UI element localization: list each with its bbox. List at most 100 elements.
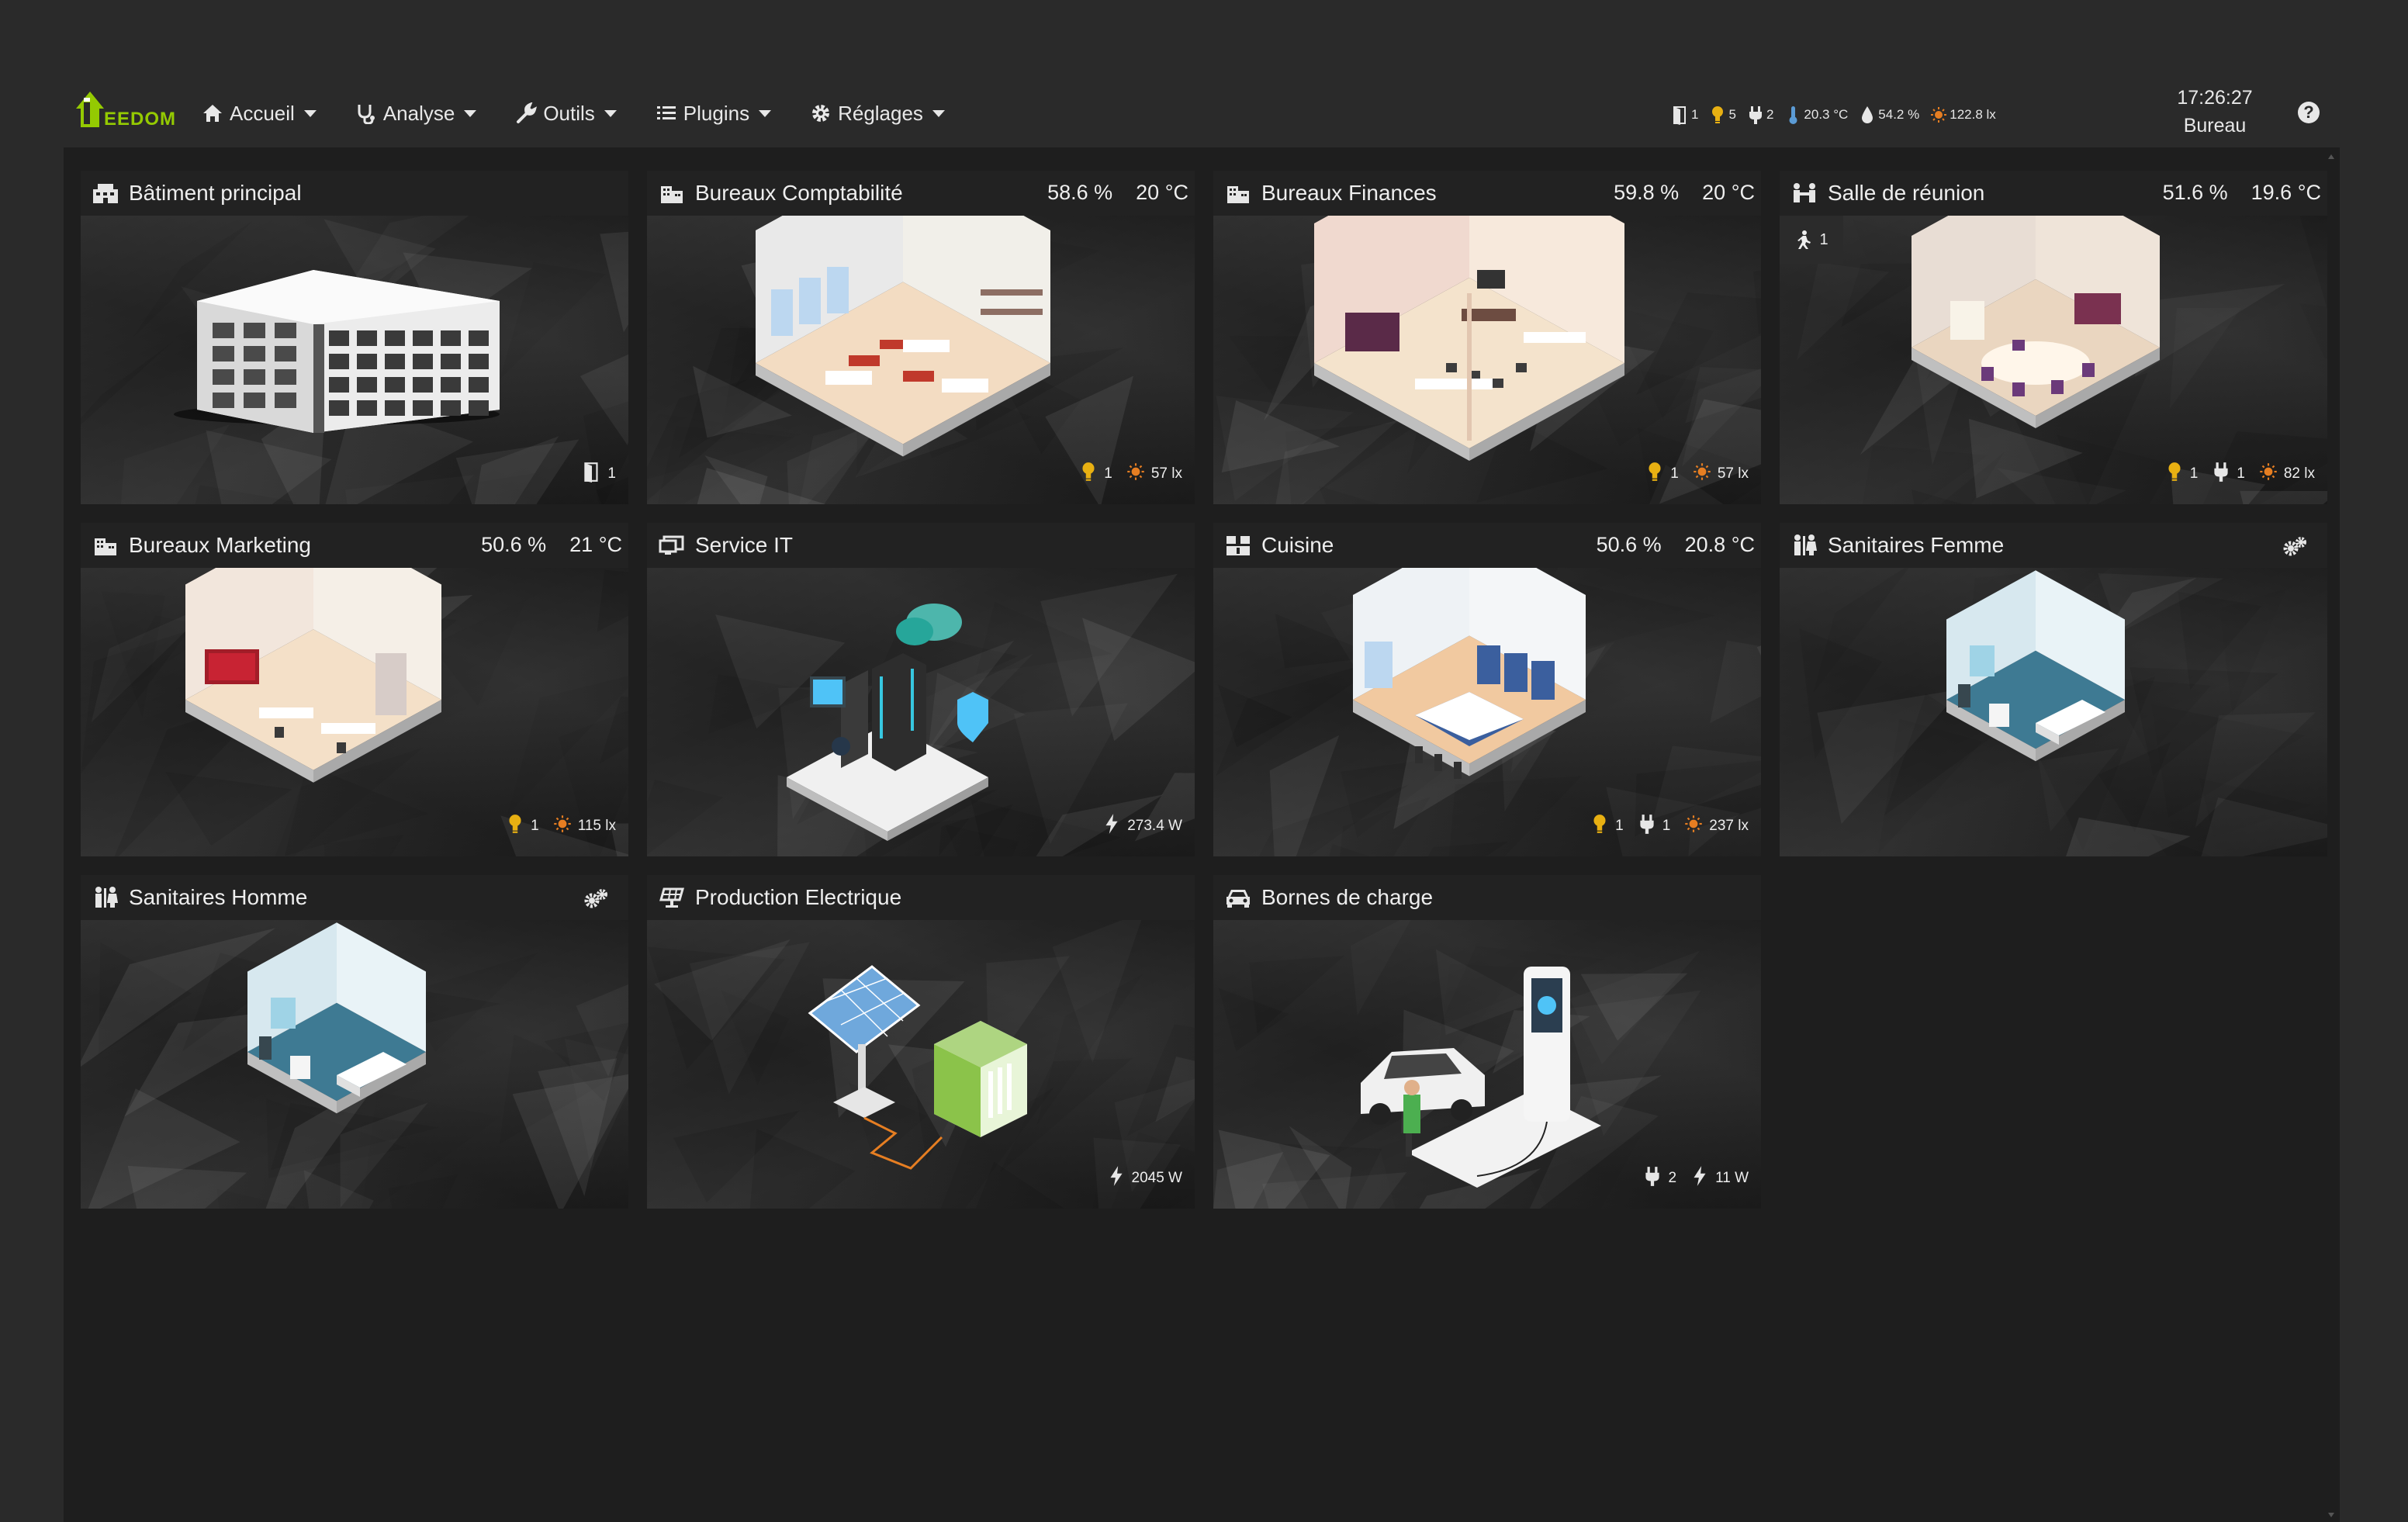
summary-item[interactable]: 11 W — [1690, 1165, 1749, 1192]
room-card[interactable]: Salle de réunion 51.6 % 19.6 °C 1 1 1 82… — [1780, 171, 2327, 504]
room-image[interactable]: 1 57 lx — [647, 216, 1195, 504]
room-image[interactable]: 1 57 lx — [1213, 216, 1761, 504]
summary-temperature[interactable]: 20.3 °C — [1784, 105, 1848, 125]
summary-item[interactable]: 1 — [1079, 461, 1112, 487]
menu-reglages[interactable]: Réglages — [810, 102, 945, 126]
room-card-header[interactable]: Bornes de charge — [1213, 875, 1761, 920]
room-card-header[interactable]: Sanitaires Homme — [81, 875, 628, 920]
jeedom-logo[interactable]: EEDOM — [73, 85, 175, 132]
cogs-icon[interactable] — [582, 887, 610, 911]
room-title[interactable]: Cuisine — [1261, 533, 1334, 558]
bulb-icon — [1590, 813, 1609, 839]
room-card[interactable]: Bornes de charge 2 11 W — [1213, 875, 1761, 1209]
summary-luminosity[interactable]: 122.8 lx — [1930, 105, 1996, 125]
summary-item[interactable]: 115 lx — [553, 813, 616, 839]
summary-item[interactable]: 1 — [1645, 461, 1679, 487]
room-card[interactable]: Bureaux Marketing 50.6 % 21 °C 1 115 lx — [81, 523, 628, 856]
menu-analyse[interactable]: Analyse — [355, 102, 477, 126]
room-card-header[interactable]: Sanitaires Femme — [1780, 523, 2327, 568]
bath-illustration — [1946, 570, 2125, 762]
room-image[interactable]: 2 11 W — [1213, 920, 1761, 1209]
room-summary: 2 11 W — [1643, 1165, 1749, 1192]
room-image[interactable]: 273.4 W — [647, 568, 1195, 856]
logo-house-icon — [76, 92, 104, 127]
summary-value: 1 — [1670, 465, 1679, 482]
summary-door-value: 1 — [1691, 107, 1699, 122]
room-card[interactable]: Cuisine 50.6 % 20.8 °C 1 1 237 lx — [1213, 523, 1761, 856]
room-title[interactable]: Sanitaires Homme — [129, 885, 307, 910]
summary-item[interactable]: 1 — [1638, 813, 1670, 839]
room-humidity: 58.6 % — [1047, 181, 1113, 204]
room-card-header[interactable]: Cuisine 50.6 % 20.8 °C — [1213, 523, 1761, 568]
global-summary[interactable]: 1 5 2 20.3 °C 54.2 % 122.8 lx — [1672, 102, 1996, 127]
room-card-header[interactable]: Bâtiment principal — [81, 171, 628, 216]
room-card-header[interactable]: Salle de réunion 51.6 % 19.6 °C — [1780, 171, 2327, 216]
room-humidity: 51.6 % — [2162, 181, 2228, 204]
room-title[interactable]: Sanitaires Femme — [1828, 533, 2004, 558]
summary-plug[interactable]: 2 — [1747, 105, 1773, 125]
room-card-header[interactable]: Bureaux Finances 59.8 % 20 °C — [1213, 171, 1761, 216]
room-title[interactable]: Production Electrique — [695, 885, 901, 910]
summary-item[interactable]: 57 lx — [1693, 461, 1749, 487]
room-image[interactable]: 2045 W — [647, 920, 1195, 1209]
room-title[interactable]: Bornes de charge — [1261, 885, 1433, 910]
summary-item[interactable]: 237 lx — [1684, 813, 1749, 839]
room-title[interactable]: Bureaux Finances — [1261, 181, 1437, 206]
wrench-icon — [517, 102, 538, 123]
room-title[interactable]: Bureaux Marketing — [129, 533, 311, 558]
room-title[interactable]: Bureaux Comptabilité — [695, 181, 903, 206]
cogs-icon[interactable] — [2281, 535, 2309, 559]
room-card[interactable]: Service IT 273.4 W — [647, 523, 1195, 856]
room-image[interactable] — [81, 920, 628, 1209]
room-card[interactable]: Production Electrique 2045 W — [647, 875, 1195, 1209]
presence-badge[interactable]: 1 — [1780, 216, 1843, 264]
room-image[interactable] — [1780, 568, 2327, 856]
summary-item[interactable]: 2045 W — [1107, 1165, 1182, 1192]
room-temperature: 19.6 °C — [2251, 181, 2321, 204]
help-icon[interactable]: ? — [2298, 102, 2320, 123]
sun-icon — [1126, 461, 1145, 487]
room-summary: 1 1 82 lx — [2165, 461, 2315, 487]
room-image[interactable]: 1 115 lx — [81, 568, 628, 856]
room-card[interactable]: Bâtiment principal 1 — [81, 171, 628, 504]
summary-light[interactable]: 5 — [1709, 105, 1736, 125]
door-icon — [583, 461, 601, 487]
summary-item[interactable]: 1 — [506, 813, 539, 839]
scrollbar[interactable] — [2326, 151, 2337, 1522]
room-image[interactable]: 1 1 237 lx — [1213, 568, 1761, 856]
summary-item[interactable]: 273.4 W — [1102, 813, 1182, 839]
bulb-icon — [2165, 461, 2184, 487]
menu-outils[interactable]: Outils — [515, 102, 617, 126]
summary-item[interactable]: 1 — [1590, 813, 1624, 839]
room-title[interactable]: Service IT — [695, 533, 793, 558]
menu-label: Accueil — [230, 101, 295, 125]
room-card-header[interactable]: Service IT — [647, 523, 1195, 568]
room-card[interactable]: Sanitaires Femme — [1780, 523, 2327, 856]
room-title[interactable]: Bâtiment principal — [129, 181, 302, 206]
summary-item[interactable]: 1 — [2212, 461, 2245, 487]
room-image[interactable]: 1 1 1 82 lx — [1780, 216, 2327, 504]
menu-plugins[interactable]: Plugins — [656, 102, 772, 126]
summary-item[interactable]: 57 lx — [1126, 461, 1182, 487]
room-card-header[interactable]: Production Electrique — [647, 875, 1195, 920]
room-card[interactable]: Sanitaires Homme — [81, 875, 628, 1209]
summary-value: 1 — [1104, 465, 1112, 482]
summary-item[interactable]: 1 — [583, 461, 616, 487]
room-card-header[interactable]: Bureaux Comptabilité 58.6 % 20 °C — [647, 171, 1195, 216]
summary-item[interactable]: 82 lx — [2259, 461, 2315, 487]
room-title[interactable]: Salle de réunion — [1828, 181, 1984, 206]
summary-humidity[interactable]: 54.2 % — [1859, 105, 1919, 125]
clock-location: Bureau — [2183, 115, 2247, 137]
summary-door[interactable]: 1 — [1672, 105, 1698, 125]
list-icon — [656, 106, 676, 119]
room-card-header[interactable]: Bureaux Marketing 50.6 % 21 °C — [81, 523, 628, 568]
clock[interactable]: 17:26:27 Bureau — [2149, 84, 2281, 140]
menu-accueil[interactable]: Accueil — [202, 102, 317, 126]
room-image[interactable]: 1 — [81, 216, 628, 504]
bolt-icon — [1102, 813, 1121, 839]
room-card[interactable]: Bureaux Comptabilité 58.6 % 20 °C 1 57 l… — [647, 171, 1195, 504]
summary-item[interactable]: 2 — [1643, 1165, 1676, 1192]
main-menu: Accueil Analyse Outils Plugins Réglages — [202, 96, 945, 130]
room-card[interactable]: Bureaux Finances 59.8 % 20 °C 1 57 lx — [1213, 171, 1761, 504]
summary-item[interactable]: 1 — [2165, 461, 2198, 487]
